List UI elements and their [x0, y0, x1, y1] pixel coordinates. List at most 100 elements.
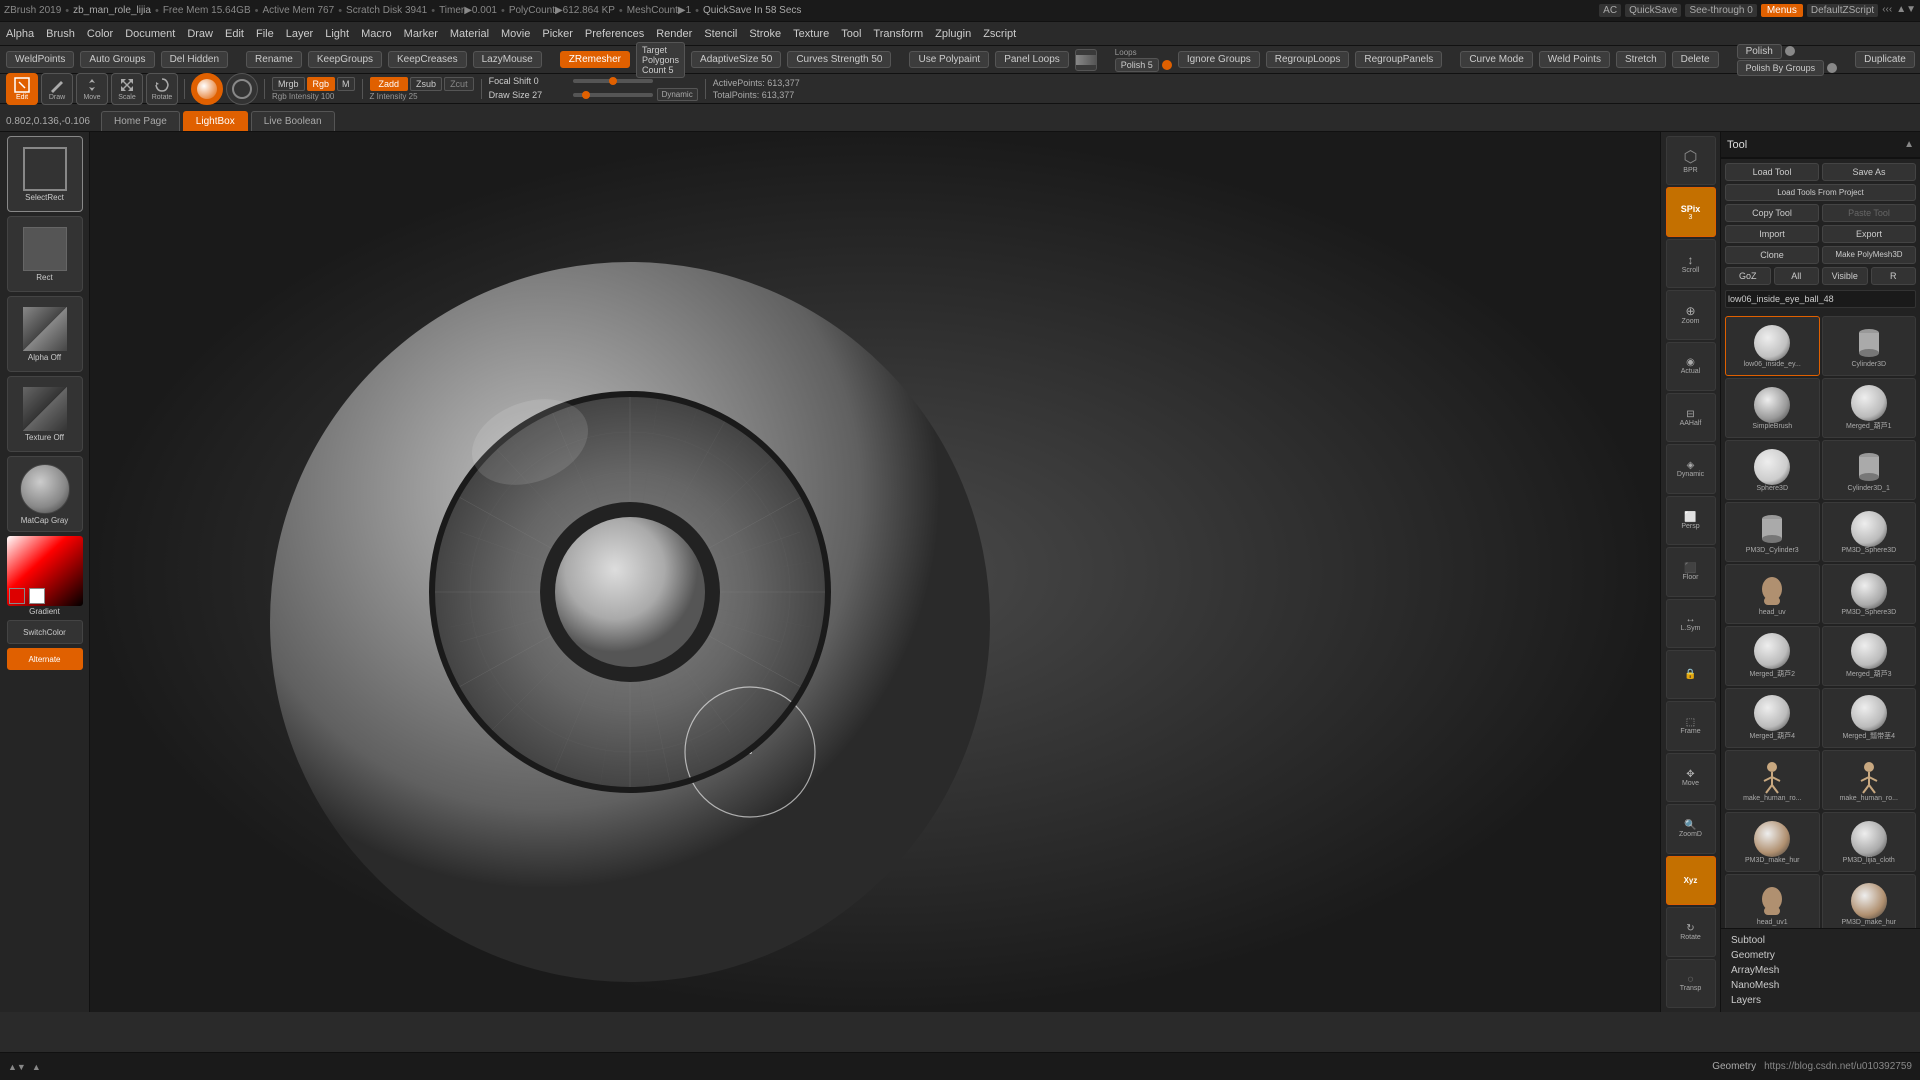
spix-btn[interactable]: SPix 3	[1666, 187, 1716, 236]
menu-item-tool[interactable]: Tool	[835, 26, 867, 42]
quicksave-btn[interactable]: QuickSave	[1625, 4, 1681, 17]
all-btn[interactable]: All	[1774, 267, 1820, 285]
menu-item-transform[interactable]: Transform	[867, 26, 929, 42]
zsub-btn[interactable]: Zsub	[410, 77, 442, 91]
copy-tool-btn[interactable]: Copy Tool	[1725, 204, 1819, 222]
keep-creases-btn[interactable]: KeepCreases	[388, 51, 467, 68]
goz-btn[interactable]: GoZ	[1725, 267, 1771, 285]
menu-item-stroke[interactable]: Stroke	[743, 26, 787, 42]
import-btn[interactable]: Import	[1725, 225, 1819, 243]
default-zscript[interactable]: DefaultZScript	[1807, 4, 1878, 17]
menu-item-stencil[interactable]: Stencil	[698, 26, 743, 42]
target-polygons[interactable]: Target Polygons Count 5	[636, 42, 685, 78]
menu-item-alpha[interactable]: Alpha	[0, 26, 40, 42]
tool-item-17[interactable]: PM3D_lijia_cloth	[1822, 812, 1917, 872]
menu-item-material[interactable]: Material	[444, 26, 495, 42]
xyz-btn[interactable]: Xyz	[1666, 856, 1716, 905]
menu-item-zscript[interactable]: Zscript	[977, 26, 1022, 42]
lsym-btn[interactable]: ↔ L.Sym	[1666, 599, 1716, 648]
polish-label[interactable]: Polish	[1737, 44, 1782, 59]
menu-item-light[interactable]: Light	[319, 26, 355, 42]
menu-item-layer[interactable]: Layer	[280, 26, 320, 42]
panel-loops-btn[interactable]: Panel Loops	[995, 51, 1069, 68]
zoomd-btn[interactable]: 🔍 ZoomD	[1666, 804, 1716, 853]
curve-mode-btn[interactable]: Curve Mode	[1460, 51, 1532, 68]
menu-item-color[interactable]: Color	[81, 26, 119, 42]
tool-item-19[interactable]: PM3D_make_hur	[1822, 874, 1917, 928]
tool-item-13[interactable]: Merged_瓢带茎4	[1822, 688, 1917, 748]
menu-item-picker[interactable]: Picker	[536, 26, 579, 42]
paste-tool-btn[interactable]: Paste Tool	[1822, 204, 1916, 222]
actual-btn[interactable]: ◉ Actual	[1666, 342, 1716, 391]
subtool-item-nanomesh[interactable]: NanoMesh	[1727, 978, 1914, 993]
weld-points-btn[interactable]: WeldPoints	[6, 51, 74, 68]
tool-item-10[interactable]: Merged_葫芦2	[1725, 626, 1820, 686]
frame-btn[interactable]: ⬚ Frame	[1666, 701, 1716, 750]
scale-btn[interactable]: Scale	[111, 73, 143, 105]
subtool-item-geometry[interactable]: Geometry	[1727, 948, 1914, 963]
menu-item-macro[interactable]: Macro	[355, 26, 398, 42]
regroup-loops-btn[interactable]: RegroupLoops	[1266, 51, 1350, 68]
tool-item-12[interactable]: Merged_葫芦4	[1725, 688, 1820, 748]
weld-points2-btn[interactable]: Weld Points	[1539, 51, 1610, 68]
sphere-fill-btn[interactable]	[191, 73, 223, 105]
select-rect-btn[interactable]: SelectRect	[7, 136, 83, 212]
tool-item-9[interactable]: PM3D_Sphere3D	[1822, 564, 1917, 624]
color-picker-area[interactable]: Gradient	[7, 536, 83, 616]
line-fill-display[interactable]	[1075, 49, 1097, 71]
keep-groups-btn[interactable]: KeepGroups	[308, 51, 382, 68]
rect-btn[interactable]: Rect	[7, 216, 83, 292]
switch-color-btn[interactable]: SwitchColor	[7, 620, 83, 644]
menu-item-preferences[interactable]: Preferences	[579, 26, 650, 42]
dynamic-btn[interactable]: Dynamic	[657, 88, 698, 101]
clone-btn[interactable]: Clone	[1725, 246, 1819, 264]
zremesher-btn[interactable]: ZRemesher	[560, 51, 630, 68]
tool-item-14[interactable]: make_human_ro...	[1725, 750, 1820, 810]
tool-item-1[interactable]: Cylinder3D	[1822, 316, 1917, 376]
tab-home[interactable]: Home Page	[101, 111, 180, 131]
subtool-item-arraymesh[interactable]: ArrayMesh	[1727, 963, 1914, 978]
draw-size-slider[interactable]	[573, 93, 653, 97]
menu-item-document[interactable]: Document	[119, 26, 181, 42]
menu-item-marker[interactable]: Marker	[398, 26, 444, 42]
tool-item-2[interactable]: SimpleBrush	[1725, 378, 1820, 438]
rotate-btn[interactable]: Rotate	[146, 73, 178, 105]
matcap-ball[interactable]: MatCap Gray	[7, 456, 83, 532]
floor-btn[interactable]: ⬛ Floor	[1666, 547, 1716, 596]
use-polypaint-btn[interactable]: Use Polypaint	[909, 51, 989, 68]
tool-item-18[interactable]: head_uv1	[1725, 874, 1820, 928]
edit-btn[interactable]: Edit	[6, 73, 38, 105]
ignore-groups-btn[interactable]: Ignore Groups	[1178, 51, 1260, 68]
dynamic-tray-btn[interactable]: ◈ Dynamic	[1666, 444, 1716, 493]
curves-strength-btn[interactable]: Curves Strength 50	[787, 51, 891, 68]
see-through[interactable]: See-through 0	[1685, 4, 1756, 17]
persp-btn[interactable]: ⬜ Persp	[1666, 496, 1716, 545]
tool-item-6[interactable]: PM3D_Cylinder3	[1725, 502, 1820, 562]
ac-btn[interactable]: AC	[1599, 4, 1621, 17]
sphere-outline-btn[interactable]	[226, 73, 258, 105]
mrgb-btn[interactable]: Mrgb	[272, 77, 305, 91]
tool-header-arrow[interactable]: ▲	[1904, 139, 1914, 150]
tool-item-3[interactable]: Merged_葫芦1	[1822, 378, 1917, 438]
alternate-btn[interactable]: Alternate	[7, 648, 83, 670]
tool-item-4[interactable]: Sphere3D	[1725, 440, 1820, 500]
tool-item-7[interactable]: PM3D_Sphere3D	[1822, 502, 1917, 562]
transp-btn[interactable]: ◌ Transp	[1666, 959, 1716, 1008]
load-from-project-btn[interactable]: Load Tools From Project	[1725, 184, 1916, 201]
move-tray-btn[interactable]: ✥ Move	[1666, 753, 1716, 802]
color-swatch-red[interactable]	[9, 588, 25, 604]
make-polymesh-btn[interactable]: Make PolyMesh3D	[1822, 246, 1916, 264]
scroll-btn[interactable]: ↕ Scroll	[1666, 239, 1716, 288]
subtool-item-layers[interactable]: Layers	[1727, 993, 1914, 1008]
zcut-btn[interactable]: Zcut	[444, 77, 474, 91]
rotate-tray-btn[interactable]: ↻ Rotate	[1666, 907, 1716, 956]
bottom-arrow[interactable]: ▲	[32, 1062, 41, 1072]
move-btn[interactable]: Move	[76, 73, 108, 105]
visible-btn[interactable]: Visible	[1822, 267, 1868, 285]
rgb-btn[interactable]: Rgb	[307, 77, 336, 91]
color-swatch-white[interactable]	[29, 588, 45, 604]
tool-item-15[interactable]: make_human_ro...	[1822, 750, 1917, 810]
zoom-btn[interactable]: ⊕ Zoom	[1666, 290, 1716, 339]
stretch-btn[interactable]: Stretch	[1616, 51, 1666, 68]
duplicate-btn[interactable]: Duplicate	[1855, 51, 1915, 68]
